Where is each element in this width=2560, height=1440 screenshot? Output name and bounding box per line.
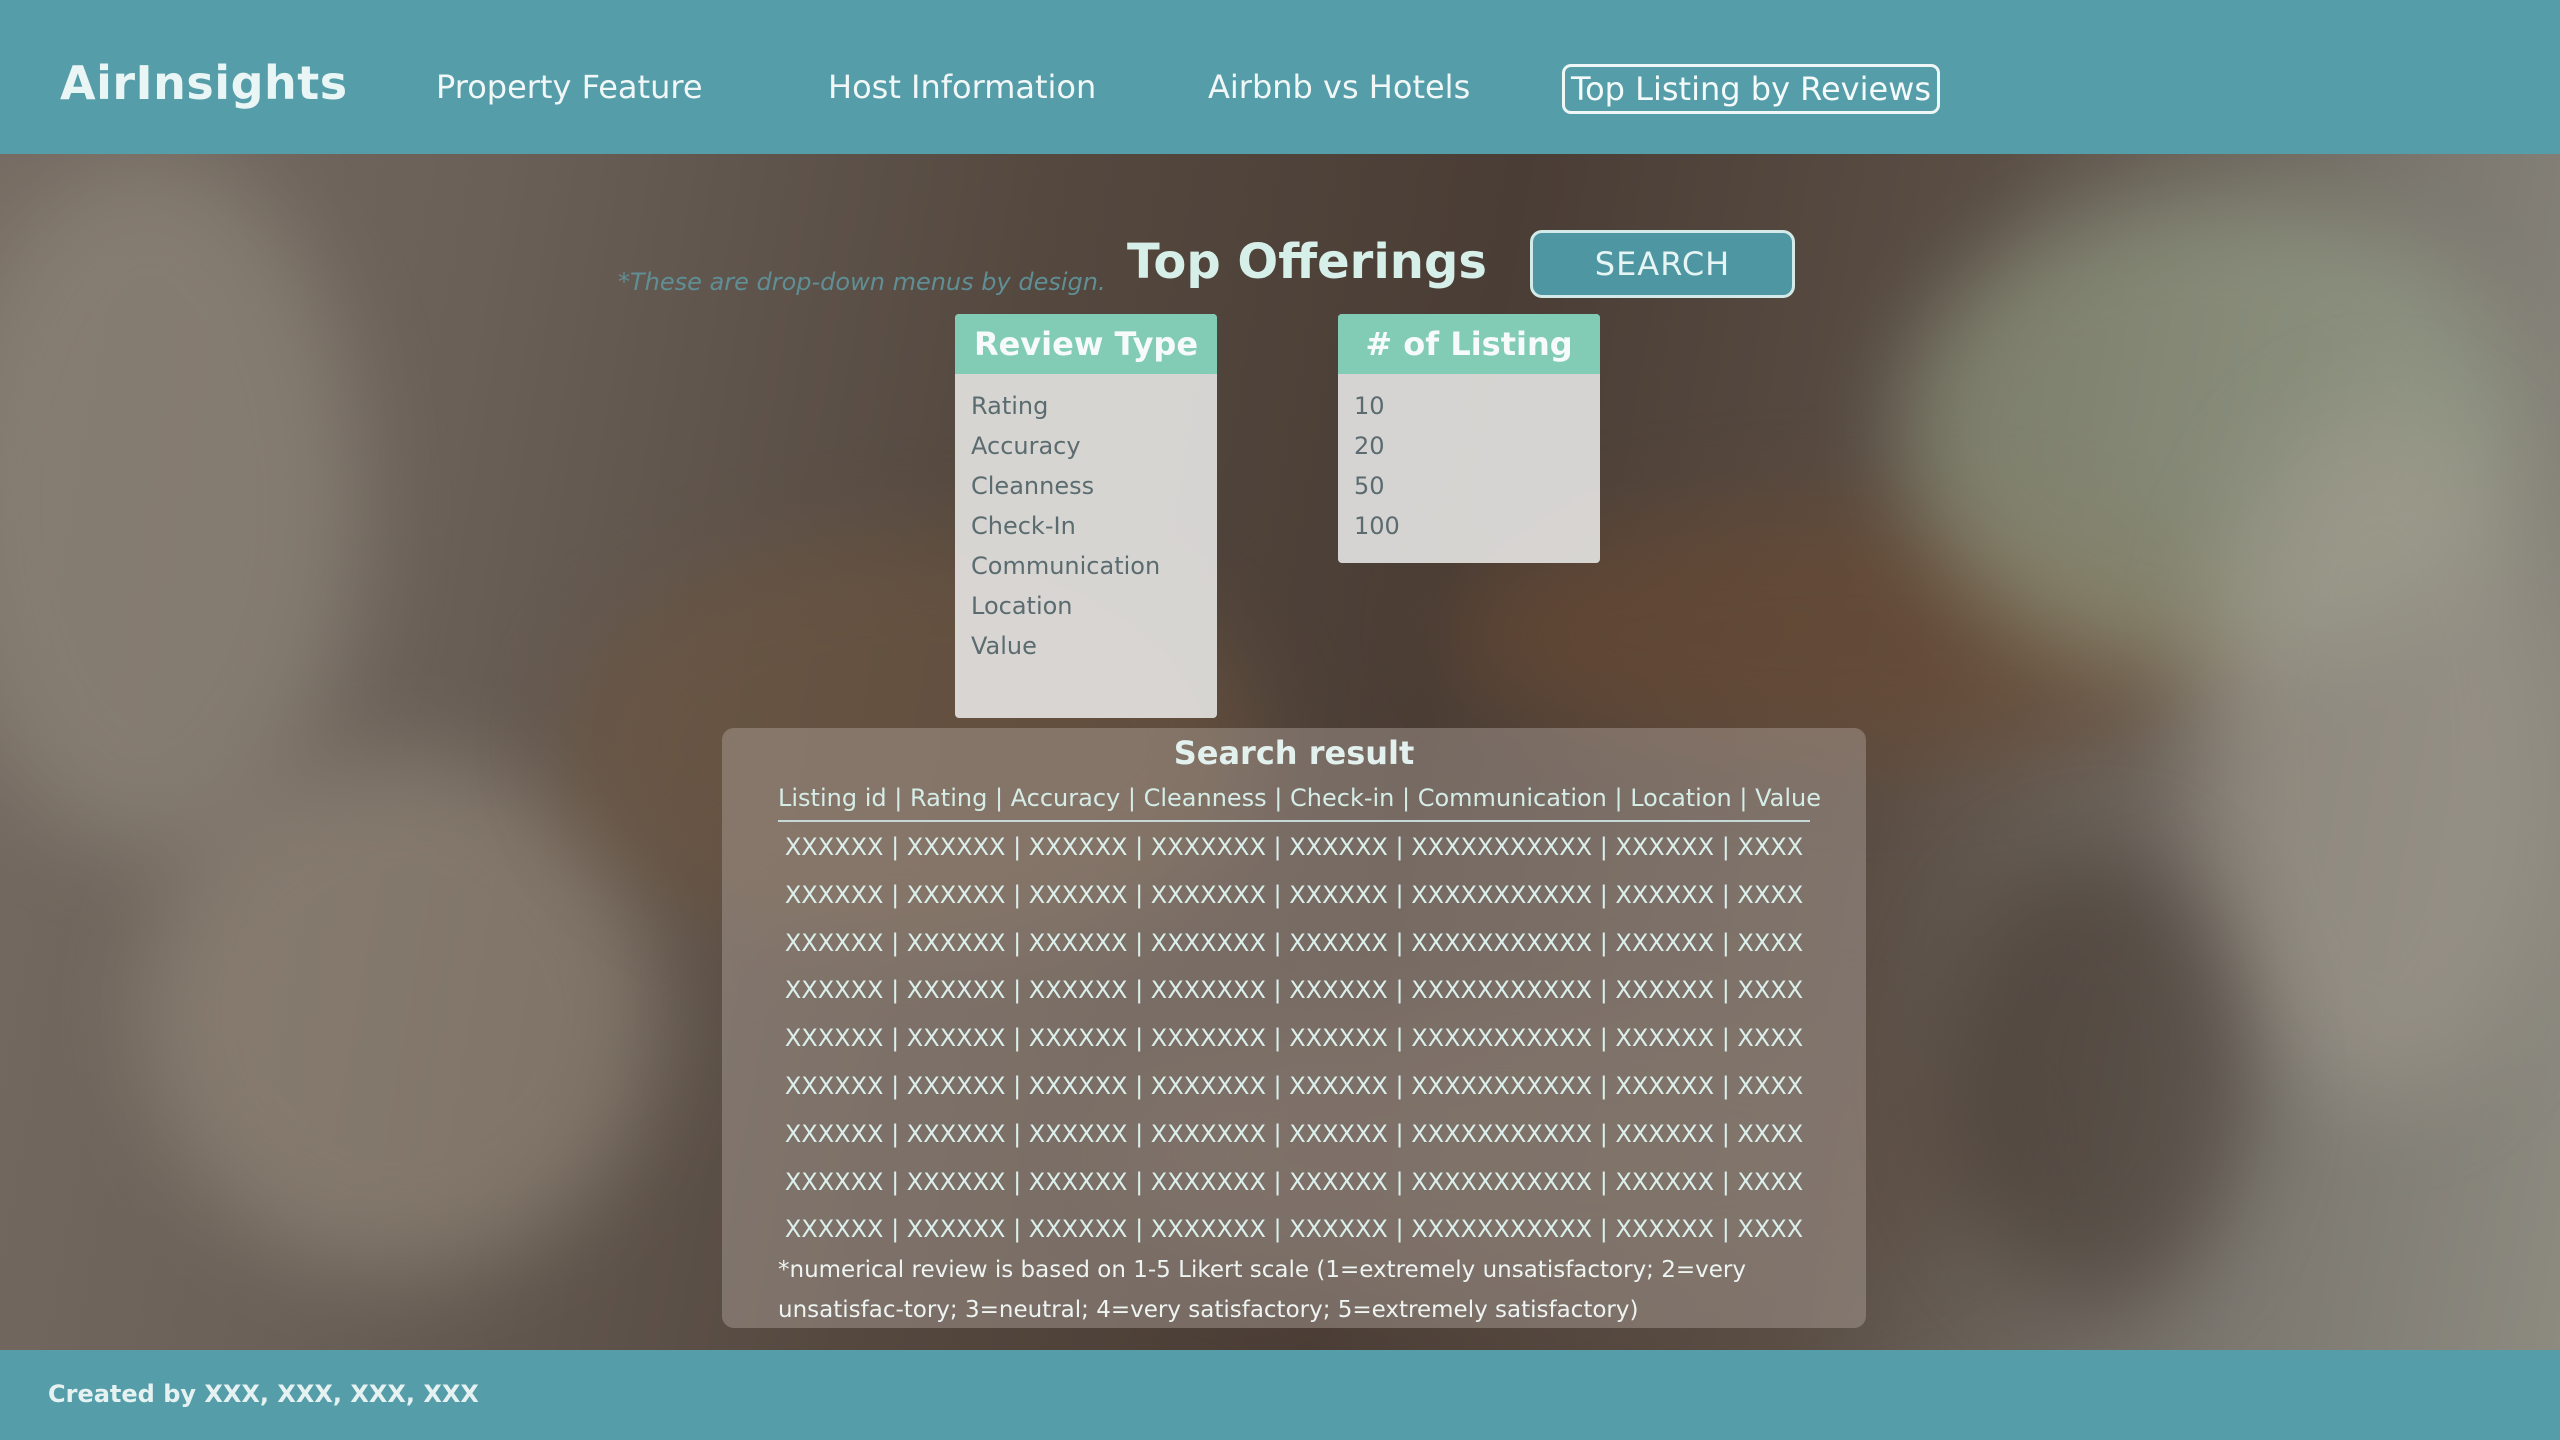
review-type-option-accuracy[interactable]: Accuracy bbox=[971, 426, 1201, 466]
page-title: Top Offerings bbox=[1127, 234, 1487, 290]
review-type-option-value[interactable]: Value bbox=[971, 626, 1201, 666]
app-logo[interactable]: AirInsights bbox=[60, 56, 348, 110]
footer-bar: Created by XXX, XXX, XXX, XXX bbox=[0, 1350, 2560, 1440]
result-row[interactable]: XXXXXX | XXXXXX | XXXXXX | XXXXXXX | XXX… bbox=[722, 967, 1866, 1015]
listing-count-dropdown[interactable]: # of Listing 10 20 50 100 bbox=[1338, 314, 1600, 563]
review-type-dropdown-header[interactable]: Review Type bbox=[955, 314, 1217, 374]
result-row[interactable]: XXXXXX | XXXXXX | XXXXXX | XXXXXXX | XXX… bbox=[722, 1206, 1866, 1254]
listing-count-option-100[interactable]: 100 bbox=[1354, 506, 1584, 546]
listing-count-dropdown-header[interactable]: # of Listing bbox=[1338, 314, 1600, 374]
likert-scale-note: *numerical review is based on 1-5 Likert… bbox=[778, 1257, 1746, 1323]
result-row[interactable]: XXXXXX | XXXXXX | XXXXXX | XXXXXXX | XXX… bbox=[722, 1159, 1866, 1207]
top-nav-bar: AirInsights Property Feature Host Inform… bbox=[0, 0, 2560, 154]
review-type-option-rating[interactable]: Rating bbox=[971, 386, 1201, 426]
search-result-rows: XXXXXX | XXXXXX | XXXXXX | XXXXXXX | XXX… bbox=[722, 824, 1866, 1254]
result-row[interactable]: XXXXXX | XXXXXX | XXXXXX | XXXXXXX | XXX… bbox=[722, 1111, 1866, 1159]
result-row[interactable]: XXXXXX | XXXXXX | XXXXXX | XXXXXXX | XXX… bbox=[722, 1063, 1866, 1111]
review-type-options: Rating Accuracy Cleanness Check-In Commu… bbox=[955, 374, 1217, 666]
dropdown-hint-text: *These are drop-down menus by design. bbox=[618, 268, 1106, 296]
nav-property-feature[interactable]: Property Feature bbox=[436, 68, 703, 106]
listing-count-option-10[interactable]: 10 bbox=[1354, 386, 1584, 426]
review-type-dropdown[interactable]: Review Type Rating Accuracy Cleanness Ch… bbox=[955, 314, 1217, 718]
listing-count-options: 10 20 50 100 bbox=[1338, 374, 1600, 546]
search-button[interactable]: SEARCH bbox=[1530, 230, 1795, 298]
result-row[interactable]: XXXXXX | XXXXXX | XXXXXX | XXXXXXX | XXX… bbox=[722, 872, 1866, 920]
nav-host-information[interactable]: Host Information bbox=[828, 68, 1096, 106]
nav-airbnb-vs-hotels[interactable]: Airbnb vs Hotels bbox=[1208, 68, 1470, 106]
listing-count-option-50[interactable]: 50 bbox=[1354, 466, 1584, 506]
footer-credit: Created by XXX, XXX, XXX, XXX bbox=[48, 1380, 479, 1408]
result-row[interactable]: XXXXXX | XXXXXX | XXXXXX | XXXXXXX | XXX… bbox=[722, 824, 1866, 872]
search-result-column-header: Listing id | Rating | Accuracy | Cleanne… bbox=[778, 778, 1821, 822]
review-type-option-location[interactable]: Location bbox=[971, 586, 1201, 626]
result-row[interactable]: XXXXXX | XXXXXX | XXXXXX | XXXXXXX | XXX… bbox=[722, 920, 1866, 968]
nav-top-listing-by-reviews[interactable]: Top Listing by Reviews bbox=[1562, 64, 1940, 114]
result-row[interactable]: XXXXXX | XXXXXX | XXXXXX | XXXXXXX | XXX… bbox=[722, 1015, 1866, 1063]
review-type-option-check-in[interactable]: Check-In bbox=[971, 506, 1201, 546]
review-type-option-cleanness[interactable]: Cleanness bbox=[971, 466, 1201, 506]
search-result-panel: Search result Listing id | Rating | Accu… bbox=[722, 728, 1866, 1328]
review-type-option-communication[interactable]: Communication bbox=[971, 546, 1201, 586]
search-result-title: Search result bbox=[1173, 734, 1415, 772]
listing-count-option-20[interactable]: 20 bbox=[1354, 426, 1584, 466]
